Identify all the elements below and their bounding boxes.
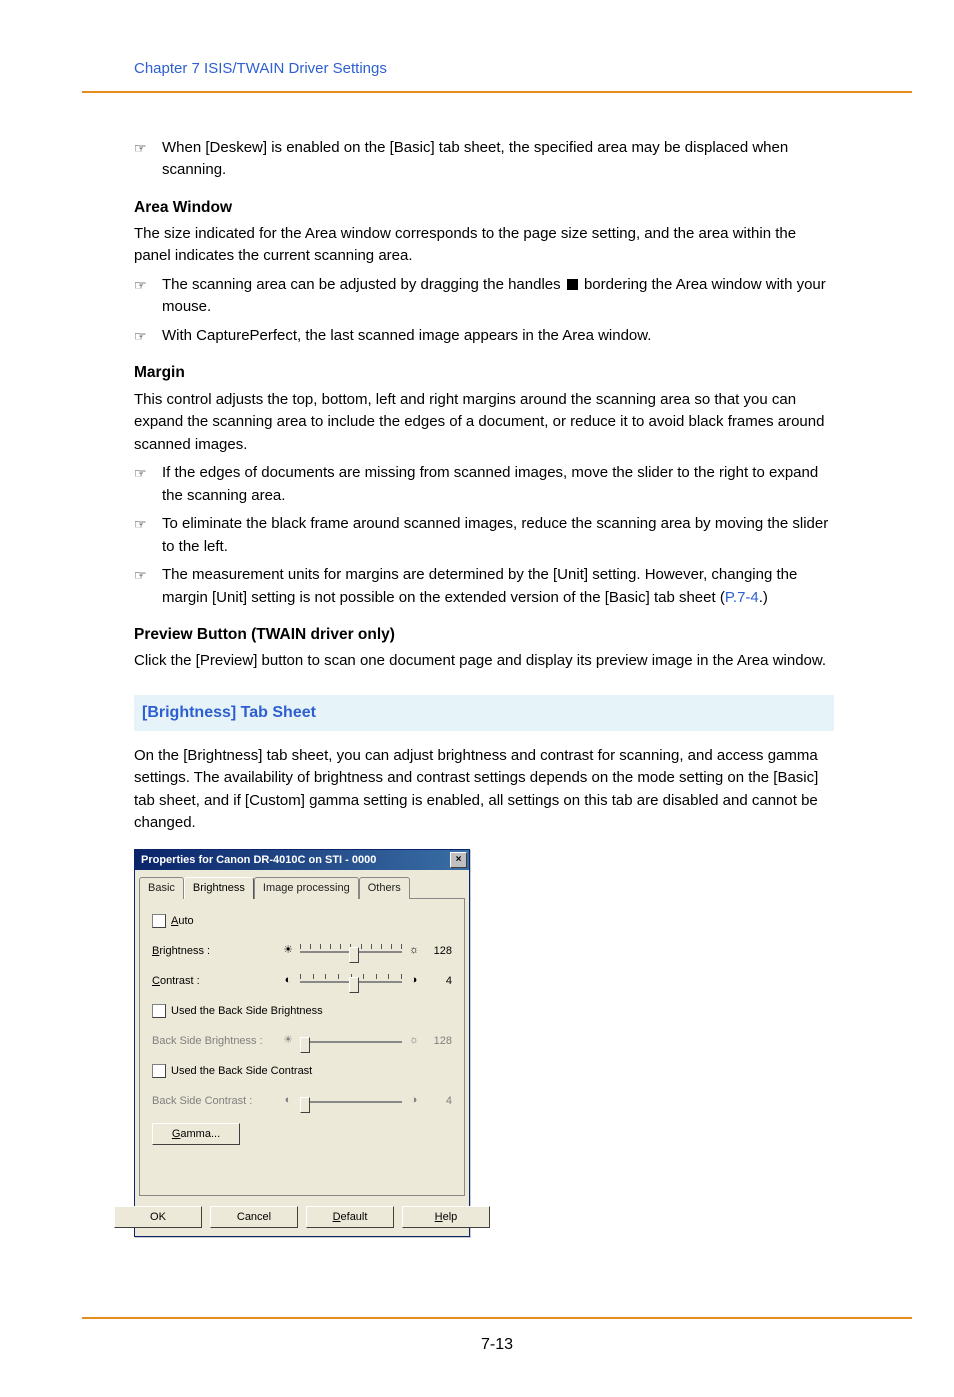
back-brightness-checkbox[interactable]: [152, 1004, 166, 1018]
link-p7-4[interactable]: P.7-4: [725, 589, 759, 606]
pointer-icon: ☞: [134, 513, 162, 558]
sun-bright-icon: ☼: [408, 1035, 420, 1047]
margin-note3a: The measurement units for margins are de…: [162, 566, 797, 606]
brightness-value: 128: [426, 943, 452, 960]
pointer-icon: ☞: [134, 564, 162, 609]
sun-dim-icon: ☀: [282, 945, 294, 957]
contrast-low-icon: ◐: [282, 975, 294, 987]
back-brightness-value: 128: [426, 1033, 452, 1050]
brightness-body: On the [Brightness] tab sheet, you can a…: [134, 745, 834, 835]
back-brightness-slider: [300, 1034, 402, 1048]
margin-note3: The measurement units for margins are de…: [162, 564, 834, 609]
default-button[interactable]: Default: [306, 1206, 394, 1229]
properties-dialog: Properties for Canon DR-4010C on STI - 0…: [134, 849, 470, 1238]
header-rule: [82, 91, 912, 93]
area-window-note2: With CapturePerfect, the last scanned im…: [162, 325, 834, 348]
margin-note3b: .): [759, 589, 768, 606]
margin-note2: To eliminate the black frame around scan…: [162, 513, 834, 558]
handle-icon: [567, 279, 578, 290]
dialog-titlebar: Properties for Canon DR-4010C on STI - 0…: [135, 850, 469, 871]
heading-preview: Preview Button (TWAIN driver only): [134, 623, 834, 646]
pointer-icon: ☞: [134, 274, 162, 319]
back-contrast-label: Back Side Contrast :: [152, 1093, 282, 1110]
area-window-body: The size indicated for the Area window c…: [134, 223, 834, 268]
preview-body: Click the [Preview] button to scan one d…: [134, 650, 834, 673]
contrast-slider[interactable]: [300, 974, 402, 988]
back-brightness-check-label: Used the Back Side Brightness: [171, 1003, 323, 1020]
heading-area-window: Area Window: [134, 196, 834, 219]
brightness-label: Brightness :: [152, 943, 282, 960]
tab-basic[interactable]: Basic: [139, 877, 184, 899]
dialog-title: Properties for Canon DR-4010C on STI - 0…: [141, 852, 376, 869]
subsection-brightness: [Brightness] Tab Sheet: [134, 695, 834, 731]
contrast-high-icon: ◑: [408, 1095, 420, 1107]
note-deskew: When [Deskew] is enabled on the [Basic] …: [162, 137, 834, 182]
area-window-note1a: The scanning area can be adjusted by dra…: [162, 276, 565, 293]
contrast-value: 4: [426, 973, 452, 990]
ok-button[interactable]: OK: [114, 1206, 202, 1229]
pointer-icon: ☞: [134, 137, 162, 182]
help-button[interactable]: Help: [402, 1206, 490, 1229]
gamma-button[interactable]: Gamma...: [152, 1123, 240, 1146]
tabstrip: Basic Brightness Image processing Others: [135, 870, 469, 898]
tab-brightness[interactable]: Brightness: [184, 877, 254, 899]
auto-checkbox[interactable]: [152, 914, 166, 928]
contrast-label: Contrast :: [152, 973, 282, 990]
tab-panel: AAutouto Brightness : ☀ ☼ 128: [139, 898, 465, 1196]
cancel-button[interactable]: Cancel: [210, 1206, 298, 1229]
auto-label: AAutouto: [171, 913, 194, 930]
sun-dim-icon: ☀: [282, 1035, 294, 1047]
pointer-icon: ☞: [134, 462, 162, 507]
sun-bright-icon: ☼: [408, 945, 420, 957]
footer-rule: [82, 1317, 912, 1319]
pointer-icon: ☞: [134, 325, 162, 348]
close-icon[interactable]: ×: [450, 852, 467, 868]
brightness-slider[interactable]: [300, 944, 402, 958]
tab-image-processing[interactable]: Image processing: [254, 877, 359, 899]
contrast-low-icon: ◐: [282, 1095, 294, 1107]
chapter-header: Chapter 7 ISIS/TWAIN Driver Settings: [134, 58, 882, 81]
back-contrast-check-label: Used the Back Side Contrast: [171, 1063, 312, 1080]
back-contrast-checkbox[interactable]: [152, 1064, 166, 1078]
contrast-high-icon: ◑: [408, 975, 420, 987]
tab-others[interactable]: Others: [359, 877, 410, 899]
margin-note1: If the edges of documents are missing fr…: [162, 462, 834, 507]
heading-margin: Margin: [134, 361, 834, 384]
page-number: 7-13: [82, 1333, 912, 1357]
back-contrast-value: 4: [426, 1093, 452, 1110]
margin-body: This control adjusts the top, bottom, le…: [134, 389, 834, 457]
area-window-note1: The scanning area can be adjusted by dra…: [162, 274, 834, 319]
back-contrast-slider: [300, 1094, 402, 1108]
back-brightness-label: Back Side Brightness :: [152, 1033, 282, 1050]
